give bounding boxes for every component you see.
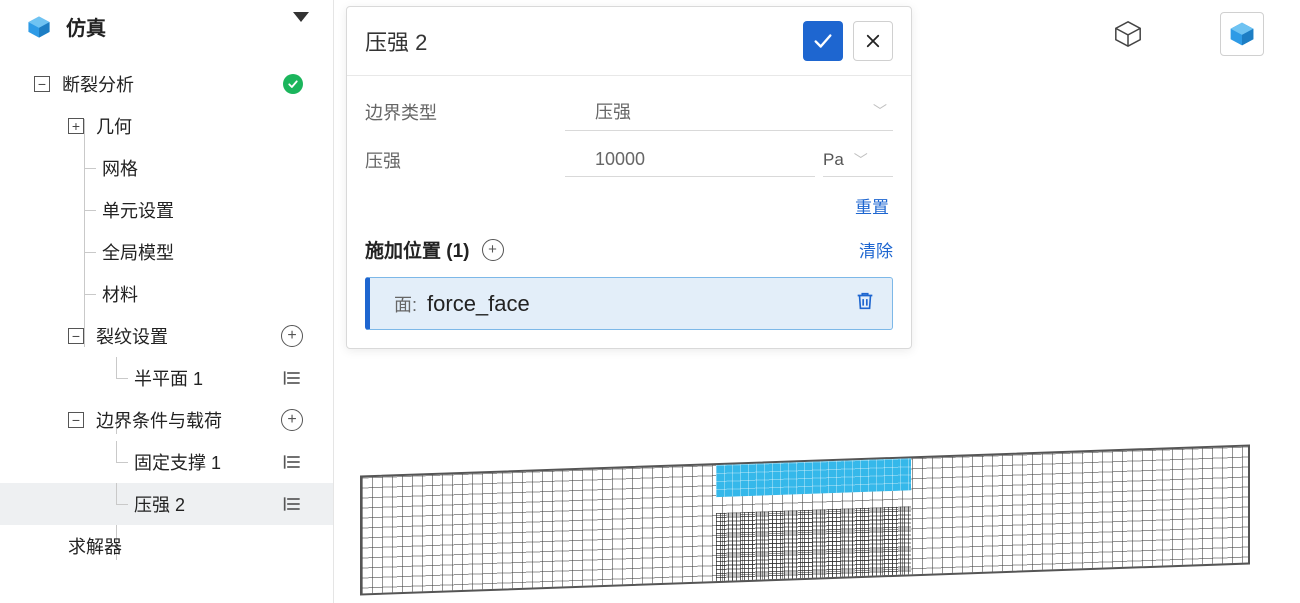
pressure-unit: Pa: [823, 150, 844, 170]
assignment-section-header: 施加位置 (1) + 清除: [365, 236, 893, 263]
tree-label: 边界条件与载荷: [96, 407, 222, 433]
clear-assignments-link[interactable]: 清除: [859, 237, 893, 262]
add-button[interactable]: +: [281, 325, 303, 347]
view-cube-wireframe-icon[interactable]: [1106, 12, 1150, 56]
boundary-type-value: 压强: [565, 98, 873, 124]
sidebar-header: 仿真: [0, 0, 333, 59]
tree-item-pressure-2[interactable]: 压强 2: [0, 483, 333, 525]
tree-label: 压强 2: [134, 491, 185, 517]
pressure-value: 10000: [565, 149, 815, 170]
tree-label: 固定支撑 1: [134, 449, 221, 475]
status-ok-icon: [283, 74, 303, 94]
chevron-down-icon: ﹀: [854, 150, 874, 170]
tree-label: 全局模型: [102, 239, 174, 265]
boundary-type-label: 边界类型: [365, 99, 565, 125]
pressure-input[interactable]: 10000: [565, 143, 815, 177]
list-icon[interactable]: [283, 452, 303, 472]
pressure-row: 压强 10000 Pa ﹀: [365, 143, 893, 177]
tree-label: 求解器: [68, 533, 122, 559]
add-button[interactable]: +: [281, 409, 303, 431]
app-logo-icon: [26, 14, 52, 40]
panel-header: 压强 2: [347, 7, 911, 76]
tree-item-material[interactable]: 材料: [0, 273, 333, 315]
tree-item-solver[interactable]: 求解器: [0, 525, 333, 567]
tree-label: 裂纹设置: [96, 323, 168, 349]
tree-item-mesh[interactable]: 网格: [0, 147, 333, 189]
boundary-type-select[interactable]: 压强 ﹀: [565, 92, 893, 131]
tree-item-element-settings[interactable]: 单元设置: [0, 189, 333, 231]
tree-label: 断裂分析: [62, 71, 134, 97]
assignment-item[interactable]: 面: force_face: [365, 277, 893, 330]
delete-assignment-button[interactable]: [854, 290, 876, 317]
tree-item-crack-settings[interactable]: − 裂纹设置 +: [0, 315, 333, 357]
tree-item-global-model[interactable]: 全局模型: [0, 231, 333, 273]
list-icon[interactable]: [283, 494, 303, 514]
assignment-section-title: 施加位置 (1): [365, 236, 470, 263]
cancel-button[interactable]: [853, 21, 893, 61]
assignment-face-name: force_face: [427, 291, 854, 317]
viewport-3d[interactable]: [346, 380, 1300, 603]
chevron-down-icon: ﹀: [873, 101, 893, 121]
tree-item-fixed-support-1[interactable]: 固定支撑 1: [0, 441, 333, 483]
tree-item-geometry[interactable]: + 几何: [0, 105, 333, 147]
tree-item-fracture-analysis[interactable]: − 断裂分析: [0, 63, 333, 105]
tree-item-boundary-conditions[interactable]: − 边界条件与载荷 +: [0, 399, 333, 441]
list-icon[interactable]: [283, 368, 303, 388]
panel-title: 压强 2: [365, 25, 803, 57]
properties-panel: 压强 2 边界类型 压强 ﹀ 压强 10000 Pa ﹀ 重置: [346, 6, 912, 349]
collapse-icon[interactable]: −: [68, 328, 84, 344]
mesh-model: [360, 444, 1250, 595]
boundary-type-row: 边界类型 压强 ﹀: [365, 92, 893, 131]
sidebar: 仿真 − 断裂分析 + 几何 网格 单元设置 全局模型: [0, 0, 334, 603]
tree-label: 网格: [102, 155, 138, 181]
tree-label: 半平面 1: [134, 365, 203, 391]
pressure-label: 压强: [365, 147, 565, 173]
tree-item-halfplane-1[interactable]: 半平面 1: [0, 357, 333, 399]
mesh-selected-face: [716, 458, 911, 497]
reset-link[interactable]: 重置: [855, 198, 889, 217]
mesh-refined-region: [716, 506, 911, 581]
accept-button[interactable]: [803, 21, 843, 61]
collapse-icon[interactable]: −: [34, 76, 50, 92]
assignment-prefix: 面:: [394, 291, 417, 317]
sidebar-title: 仿真: [66, 12, 106, 41]
add-assignment-button[interactable]: +: [482, 239, 504, 261]
collapse-icon[interactable]: −: [68, 412, 84, 428]
tree-label: 单元设置: [102, 197, 174, 223]
tree-label: 几何: [96, 113, 132, 139]
tree-label: 材料: [102, 281, 138, 307]
sidebar-collapse-icon[interactable]: [293, 10, 309, 29]
expand-icon[interactable]: +: [68, 118, 84, 134]
pressure-unit-select[interactable]: Pa ﹀: [823, 144, 893, 177]
simulation-tree: − 断裂分析 + 几何 网格 单元设置 全局模型 材料 − 裂纹设置 + 半平: [0, 59, 333, 571]
view-cube-shaded-icon[interactable]: [1220, 12, 1264, 56]
